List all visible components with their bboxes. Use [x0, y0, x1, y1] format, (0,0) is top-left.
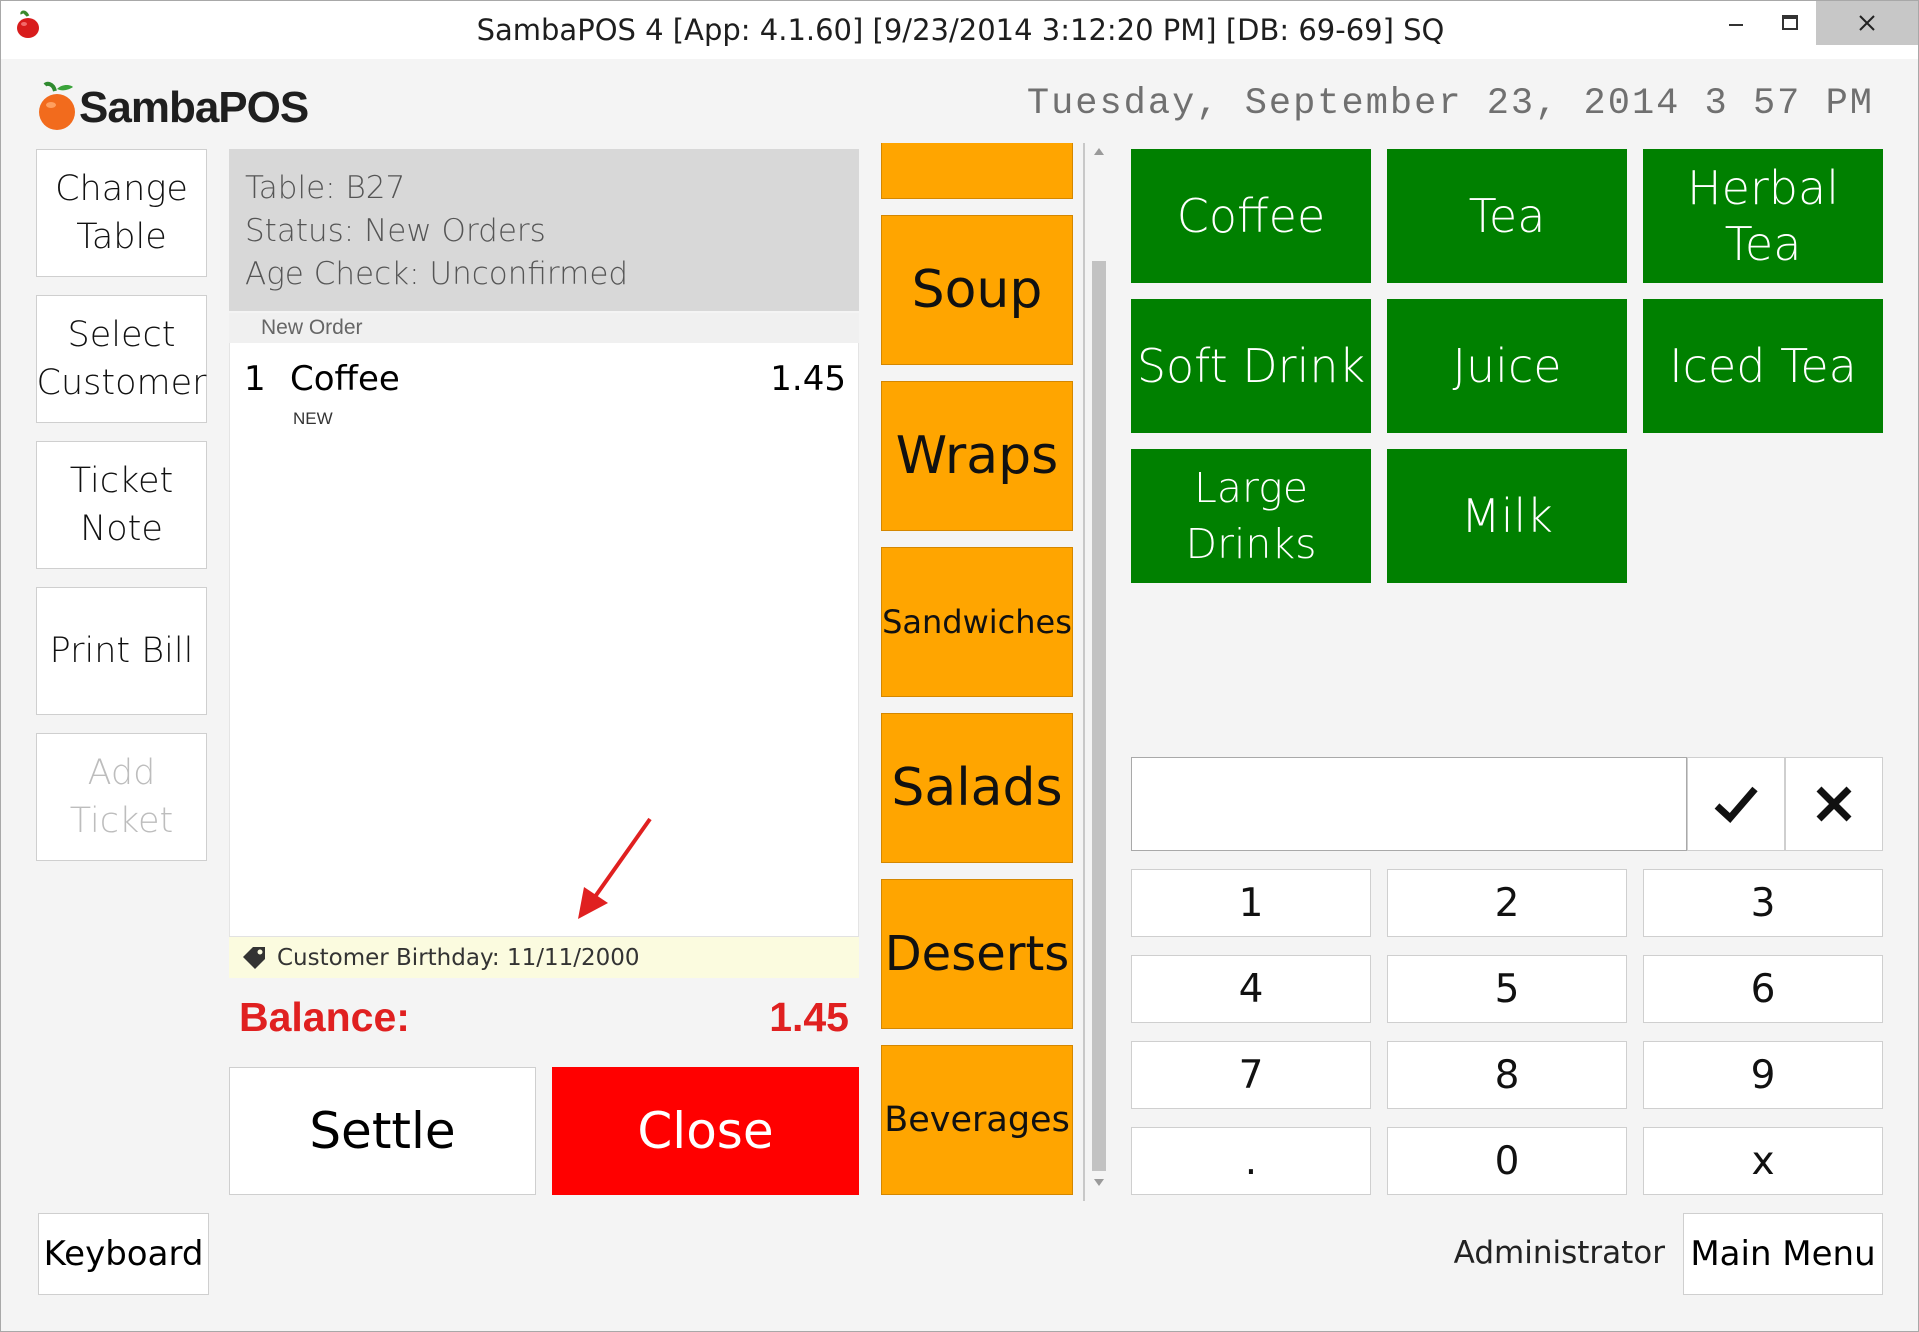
numpad-input[interactable]: [1131, 757, 1687, 851]
minimize-button[interactable]: [1705, 1, 1767, 45]
category-sandwiches-button[interactable]: Sandwiches: [881, 547, 1073, 697]
order-group-header: New Order: [229, 313, 859, 343]
ticket-note-button[interactable]: Ticket Note: [36, 441, 207, 569]
print-bill-button[interactable]: Print Bill: [36, 587, 207, 715]
maximize-button[interactable]: [1759, 1, 1821, 45]
settle-button[interactable]: Settle: [229, 1067, 536, 1195]
scroll-up-icon[interactable]: [1093, 147, 1105, 157]
close-ticket-button[interactable]: Close: [552, 1067, 859, 1195]
select-customer-button[interactable]: Select Customer: [36, 295, 207, 423]
category-soup-button[interactable]: Soup: [881, 215, 1073, 365]
red-arrow-annotation: [578, 817, 652, 919]
x-icon: [1816, 786, 1852, 822]
menu-item-coffee[interactable]: Coffee: [1131, 149, 1371, 283]
order-quantity: 1: [244, 359, 266, 399]
numpad-key-0[interactable]: 0: [1387, 1127, 1627, 1195]
title-bar: SambaPOS 4 [App: 4.1.60] [9/23/2014 3:12…: [1, 1, 1918, 59]
add-ticket-button: Add Ticket: [36, 733, 207, 861]
maximize-icon: [1782, 15, 1798, 30]
menu-item-large-drinks[interactable]: Large Drinks: [1131, 449, 1371, 583]
ticket-header: Table: B27 Status: New Orders Age Check:…: [229, 149, 859, 311]
logged-in-user: Administrator: [1453, 1235, 1665, 1271]
logo-text: SambaPOS: [79, 83, 309, 132]
category-scrollbar[interactable]: [1083, 143, 1115, 1201]
category-salads-button[interactable]: Salads: [881, 713, 1073, 863]
numpad-key-multiply[interactable]: x: [1643, 1127, 1883, 1195]
tag-icon: [243, 947, 265, 969]
numpad-confirm-button[interactable]: [1687, 757, 1785, 851]
scroll-down-icon[interactable]: [1093, 1177, 1105, 1187]
numpad-key-7[interactable]: 7: [1131, 1041, 1371, 1109]
ticket-status: Status: New Orders: [245, 213, 546, 249]
category-wraps-button[interactable]: Wraps: [881, 381, 1073, 531]
scrollbar-divider: [1083, 143, 1085, 1201]
sambapos-logo: SambaPOS: [35, 79, 309, 135]
numpad-key-9[interactable]: 9: [1643, 1041, 1883, 1109]
balance-value: 1.45: [769, 994, 849, 1040]
order-state: NEW: [293, 409, 333, 428]
scrollbar-thumb[interactable]: [1092, 261, 1106, 1171]
category-deserts-button[interactable]: Deserts: [881, 879, 1073, 1029]
ticket-age-check: Age Check: Unconfirmed: [245, 256, 629, 292]
menu-item-iced-tea[interactable]: Iced Tea: [1643, 299, 1883, 433]
order-price: 1.45: [770, 359, 846, 399]
order-list[interactable]: 1 Coffee 1.45 NEW: [229, 343, 859, 936]
ticket-table: Table: B27: [245, 170, 406, 206]
checkmark-icon: [1714, 786, 1758, 824]
ticket-note-text: Customer Birthday: 11/11/2000: [277, 945, 640, 971]
sambapos-window: SambaPOS 4 [App: 4.1.60] [9/23/2014 3:12…: [0, 0, 1919, 1332]
logo-fruit-icon: [39, 81, 75, 130]
category-button[interactable]: [881, 143, 1073, 199]
numpad-key-decimal[interactable]: .: [1131, 1127, 1371, 1195]
close-icon: [1859, 15, 1875, 31]
ticket-note-bar: Customer Birthday: 11/11/2000: [229, 936, 859, 978]
numpad-key-8[interactable]: 8: [1387, 1041, 1627, 1109]
numpad-key-3[interactable]: 3: [1643, 869, 1883, 937]
change-table-button[interactable]: Change Table: [36, 149, 207, 277]
main-menu-button[interactable]: Main Menu: [1683, 1213, 1883, 1295]
menu-item-milk[interactable]: Milk: [1387, 449, 1627, 583]
numpad-key-2[interactable]: 2: [1387, 869, 1627, 937]
numpad-key-1[interactable]: 1: [1131, 869, 1371, 937]
category-list[interactable]: Soup Wraps Sandwiches Salads Deserts Bev…: [881, 143, 1073, 1195]
current-datetime: Tuesday, September 23, 2014 3 57 PM: [1026, 83, 1874, 125]
numpad-cancel-button[interactable]: [1785, 757, 1883, 851]
numpad-key-5[interactable]: 5: [1387, 955, 1627, 1023]
menu-item-herbal-tea[interactable]: Herbal Tea: [1643, 149, 1883, 283]
menu-item-tea[interactable]: Tea: [1387, 149, 1627, 283]
keyboard-button[interactable]: Keyboard: [38, 1213, 209, 1295]
order-row[interactable]: 1 Coffee 1.45 NEW: [230, 357, 860, 428]
order-name: Coffee: [290, 359, 400, 399]
balance-label: Balance:: [239, 994, 410, 1040]
menu-item-soft-drink[interactable]: Soft Drink: [1131, 299, 1371, 433]
category-beverages-button[interactable]: Beverages: [881, 1045, 1073, 1195]
numpad-key-6[interactable]: 6: [1643, 955, 1883, 1023]
window-title: SambaPOS 4 [App: 4.1.60] [9/23/2014 3:12…: [476, 13, 1445, 47]
minimize-icon: [1729, 24, 1743, 26]
window-close-button[interactable]: [1816, 1, 1918, 45]
numpad-key-4[interactable]: 4: [1131, 955, 1371, 1023]
menu-item-juice[interactable]: Juice: [1387, 299, 1627, 433]
